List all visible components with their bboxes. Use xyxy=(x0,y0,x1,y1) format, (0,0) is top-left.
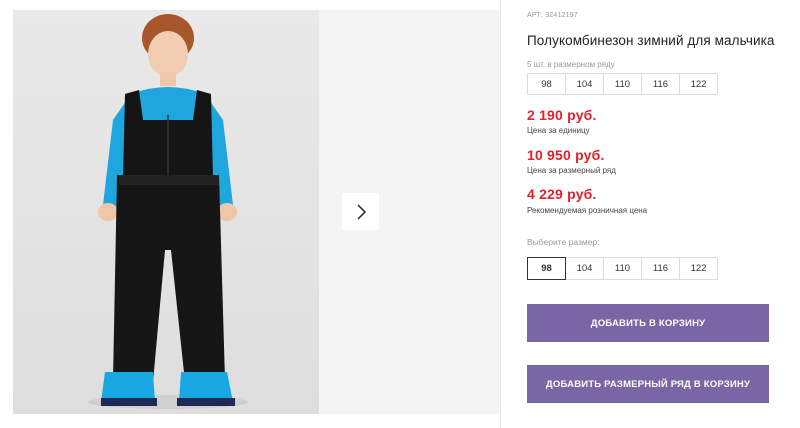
unit-price-label: Цена за единицу xyxy=(527,126,590,135)
choose-size-label: Выберите размер: xyxy=(527,237,600,247)
gallery-next-button[interactable] xyxy=(342,193,379,230)
size-row-item: 104 xyxy=(565,73,604,95)
size-option[interactable]: 110 xyxy=(603,257,642,280)
size-option[interactable]: 104 xyxy=(565,257,604,280)
size-row-item: 116 xyxy=(641,73,680,95)
size-option-selected[interactable]: 98 xyxy=(527,257,566,280)
chevron-right-icon xyxy=(356,203,366,220)
add-size-row-to-cart-button[interactable]: ДОБАВИТЬ РАЗМЕРНЫЙ РЯД В КОРЗИНУ xyxy=(527,365,769,403)
unit-price: 2 190 руб. xyxy=(527,107,597,123)
row-price: 10 950 руб. xyxy=(527,147,605,163)
size-option[interactable]: 122 xyxy=(679,257,718,280)
size-row-label: 5 шт. в размерном ряду xyxy=(527,60,615,69)
size-row: 98 104 110 116 122 xyxy=(527,73,718,95)
add-to-cart-button[interactable]: ДОБАВИТЬ В КОРЗИНУ xyxy=(527,304,769,342)
product-gallery xyxy=(0,0,501,428)
article-number: АРТ: 32412197 xyxy=(527,12,578,19)
size-row-item: 122 xyxy=(679,73,718,95)
size-row-item: 110 xyxy=(603,73,642,95)
row-price-label: Цена за размерный ряд xyxy=(527,166,616,175)
size-row-item: 98 xyxy=(527,73,566,95)
size-option[interactable]: 116 xyxy=(641,257,680,280)
product-title: Полукомбинезон зимний для мальчика xyxy=(527,33,775,48)
boy-in-overalls-image xyxy=(88,14,248,409)
size-picker: 98 104 110 116 122 xyxy=(527,257,718,280)
retail-price: 4 229 руб. xyxy=(527,186,597,202)
retail-price-label: Рекомендуемая розничная цена xyxy=(527,206,648,215)
product-photo xyxy=(13,10,319,414)
